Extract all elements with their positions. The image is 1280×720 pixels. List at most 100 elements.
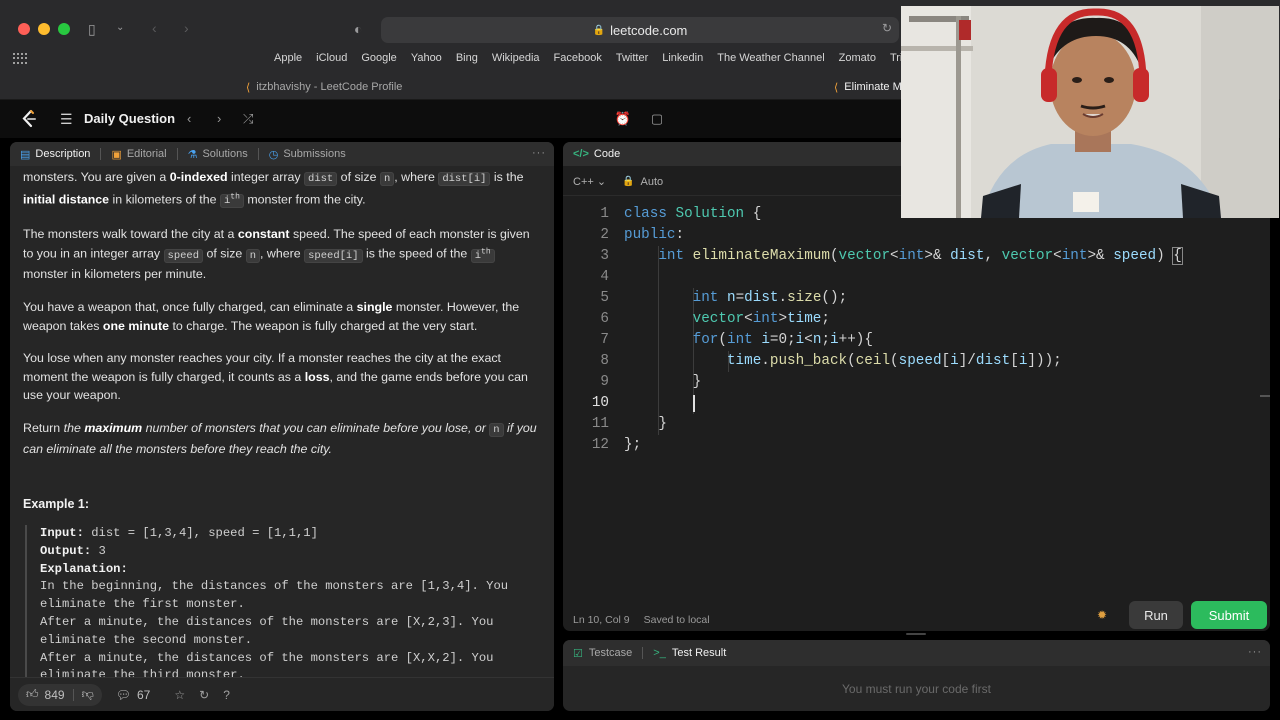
favorite-link[interactable]: Bing xyxy=(456,52,478,64)
code-line: 3 int eliminateMaximum(vector<int>& dist… xyxy=(600,247,1183,265)
more-options-icon[interactable]: ··· xyxy=(1248,646,1262,658)
favorites-grid-icon[interactable] xyxy=(13,53,27,65)
problem-list-icon[interactable]: ☰ xyxy=(60,111,73,128)
tab-solutions[interactable]: ⚗ Solutions xyxy=(188,148,248,161)
debug-icon[interactable]: ✹ xyxy=(1097,608,1107,622)
shuffle-icon[interactable]: ⤮ xyxy=(243,111,253,127)
tab-divider xyxy=(642,647,644,659)
more-options-icon[interactable]: ··· xyxy=(532,147,546,159)
test-empty-message: You must run your code first xyxy=(842,682,991,696)
example-input: Input: dist = [1,3,4], speed = [1,1,1] xyxy=(40,526,318,540)
reload-icon[interactable]: ↻ xyxy=(882,22,892,34)
history-icon: ◷ xyxy=(268,148,279,161)
description-icon: ▤ xyxy=(20,148,31,161)
help-icon[interactable]: ? xyxy=(223,688,230,702)
chevron-down-icon[interactable]: ⌄ xyxy=(116,23,124,33)
share-icon[interactable]: ↻ xyxy=(199,688,209,702)
favorite-link[interactable]: Linkedin xyxy=(662,52,703,64)
code-line: 2 public: xyxy=(600,227,685,243)
sidebar-toggle-icon[interactable]: ▯ xyxy=(88,22,96,36)
favorite-link[interactable]: The Weather Channel xyxy=(717,52,824,64)
browser-tab[interactable]: ⟨ itzbhavishy - LeetCode Profile xyxy=(246,74,402,100)
format-mode[interactable]: Auto xyxy=(641,176,664,188)
description-paragraph: monsters. You are given a 0-indexed inte… xyxy=(23,170,524,209)
code-editor[interactable]: 1 class Solution { 2 public: 3 int elimina… xyxy=(563,204,1270,604)
code-icon: </> xyxy=(573,148,589,160)
tab-title: itzbhavishy - LeetCode Profile xyxy=(256,81,403,93)
example-line: After a minute, the distances of the mon… xyxy=(40,614,494,629)
next-problem-icon[interactable]: › xyxy=(217,111,221,126)
example-explanation-label: Explanation: xyxy=(40,561,128,576)
example-line: eliminate the third monster. xyxy=(40,668,245,677)
code-line: 8 time.push_back(ceil(speed[i]/dist[i]))… xyxy=(600,353,1062,369)
favorite-link[interactable]: Google xyxy=(361,52,396,64)
code-line-current: 10 xyxy=(591,395,609,411)
favorite-link[interactable]: Twitter xyxy=(616,52,648,64)
flask-icon: ⚗ xyxy=(187,148,198,161)
example-line: eliminate the second monster. xyxy=(40,632,253,647)
favorites-bar: Apple iCloud Google Yahoo Bing Wikipedia… xyxy=(274,52,927,64)
like-button[interactable]: 👍︎ 849 👎︎ xyxy=(18,683,102,706)
privacy-shield-icon[interactable]: ◐ xyxy=(354,22,362,36)
prev-problem-icon[interactable]: ‹ xyxy=(187,111,191,126)
code-line: 9 } xyxy=(600,374,702,390)
comment-count: 67 xyxy=(137,687,151,702)
code-line: 6 vector<int>time; xyxy=(600,311,830,327)
favorite-link[interactable]: Facebook xyxy=(554,52,602,64)
description-tabs: ▤ Description ▣ Editorial ⚗ Solutions ◷ … xyxy=(10,142,554,166)
favorite-link[interactable]: Wikipedia xyxy=(492,52,540,64)
tab-divider xyxy=(100,148,102,160)
tab-testcase[interactable]: Testcase xyxy=(589,647,632,659)
lock-icon: 🔒 xyxy=(592,24,606,36)
zoom-window-button[interactable] xyxy=(58,23,70,35)
favorite-link[interactable]: Apple xyxy=(274,52,302,64)
tab-divider xyxy=(257,148,259,160)
tab-description[interactable]: ▤ Description xyxy=(20,148,90,161)
text-cursor xyxy=(693,395,695,412)
favorite-link[interactable]: Zomato xyxy=(839,52,876,64)
thumbs-down-icon[interactable]: 👎︎ xyxy=(82,687,94,702)
description-paragraph: You lose when any monster reaches your c… xyxy=(23,351,528,403)
thumbs-up-icon: 👍︎ xyxy=(26,687,39,701)
back-icon[interactable]: ‹ xyxy=(152,21,157,35)
code-title: Code xyxy=(593,148,621,160)
lock-icon: 🔒 xyxy=(622,176,635,187)
comments-button[interactable]: 💬︎ 67 xyxy=(108,684,159,706)
timer-icon[interactable]: ⏰ xyxy=(608,107,638,131)
minimize-window-button[interactable] xyxy=(38,23,50,35)
language-select[interactable]: C++ ⌄ xyxy=(573,175,606,188)
example-output: Output: 3 xyxy=(40,543,106,558)
code-line: 11 } xyxy=(591,416,667,432)
tab-editorial[interactable]: ▣ Editorial xyxy=(111,148,166,161)
close-window-button[interactable] xyxy=(18,23,30,35)
star-icon[interactable]: ☆ xyxy=(174,688,185,702)
tab-submissions[interactable]: ◷ Submissions xyxy=(269,148,346,161)
example-line: After a minute, the distances of the mon… xyxy=(40,650,494,665)
tab-divider xyxy=(176,148,178,160)
editorial-icon: ▣ xyxy=(111,148,122,161)
url-text: leetcode.com xyxy=(610,22,688,38)
scrollbar-marker[interactable] xyxy=(1260,395,1270,397)
like-count: 849 xyxy=(44,687,65,702)
notes-icon[interactable]: ▢ xyxy=(642,107,672,131)
daily-question-label[interactable]: Daily Question xyxy=(84,111,175,126)
problem-description: monsters. You are given a 0-indexed inte… xyxy=(23,168,541,472)
browser-tab-active[interactable]: ⟨ Eliminate M xyxy=(834,74,902,100)
save-status: Saved to local xyxy=(643,614,710,626)
address-bar[interactable]: 🔒 leetcode.com xyxy=(381,17,899,43)
favorite-link[interactable]: Yahoo xyxy=(411,52,442,64)
favorite-link[interactable]: iCloud xyxy=(316,52,347,64)
panel-resize-handle[interactable] xyxy=(906,633,926,635)
tab-test-result[interactable]: Test Result xyxy=(672,647,726,659)
leetcode-favicon-icon: ⟨ xyxy=(834,81,839,94)
leetcode-logo-icon[interactable] xyxy=(19,109,39,129)
submit-button[interactable]: Submit xyxy=(1191,601,1267,629)
tab-label: Solutions xyxy=(202,148,248,160)
leetcode-favicon-icon: ⟨ xyxy=(246,81,251,94)
webcam-person-image xyxy=(901,6,1279,218)
code-line: 7 for(int i=0;i<n;i++){ xyxy=(600,332,873,348)
forward-icon[interactable]: › xyxy=(184,21,189,35)
run-button[interactable]: Run xyxy=(1129,601,1183,629)
example-line: In the beginning, the distances of the m… xyxy=(40,579,509,594)
tab-label: Editorial xyxy=(126,148,167,160)
